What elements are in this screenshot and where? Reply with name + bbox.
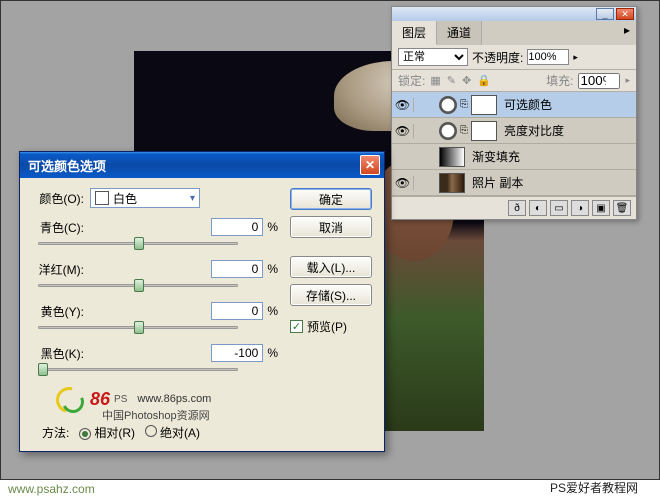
percent-label: % bbox=[267, 304, 278, 318]
swirl-icon bbox=[56, 387, 86, 411]
mask-thumb[interactable] bbox=[471, 95, 497, 115]
percent-label: % bbox=[267, 346, 278, 360]
yellow-label: 黄色(Y): bbox=[32, 303, 90, 320]
trash-icon[interactable]: 🗑 bbox=[613, 200, 631, 216]
dialog-titlebar[interactable]: 可选颜色选项 ✕ bbox=[20, 152, 384, 178]
color-label: 颜色(O): bbox=[32, 190, 90, 207]
visibility-icon[interactable]: 👁 bbox=[392, 98, 414, 112]
layer-list: 👁 ⎘ 可选颜色 👁 ⎘ 亮度对比度 渐变填充 bbox=[392, 92, 636, 196]
magenta-label: 洋红(M): bbox=[32, 261, 90, 278]
layer-row-photo-copy[interactable]: 👁 照片 副本 bbox=[392, 170, 636, 196]
watermark-url: www.86ps.com bbox=[137, 393, 211, 405]
panel-tabs: 图层 通道 ▸ bbox=[392, 21, 636, 45]
panel-menu-icon[interactable]: ▸ bbox=[618, 21, 636, 45]
opacity-label: 不透明度: bbox=[472, 49, 523, 66]
lock-brush-icon[interactable]: ✎ bbox=[447, 74, 456, 87]
tab-layers[interactable]: 图层 bbox=[392, 21, 437, 45]
layers-panel: _ ✕ 图层 通道 ▸ 正常 不透明度: ▸ 锁定: ▦ ✎ ✥ 🔒 填充: bbox=[391, 6, 637, 220]
cancel-button[interactable]: 取消 bbox=[290, 216, 372, 238]
preview-label: 预览(P) bbox=[307, 318, 347, 335]
blend-opacity-row: 正常 不透明度: ▸ bbox=[392, 45, 636, 70]
new-layer-icon[interactable]: ▣ bbox=[592, 200, 610, 216]
mask-icon[interactable]: ◐ bbox=[529, 200, 547, 216]
dialog-title: 可选颜色选项 bbox=[24, 156, 360, 175]
folder-icon[interactable]: ▭ bbox=[550, 200, 568, 216]
tab-channels[interactable]: 通道 bbox=[437, 21, 482, 45]
ok-button[interactable]: 确定 bbox=[290, 188, 372, 210]
checkbox-checked-icon: ✓ bbox=[290, 320, 303, 333]
fx-icon[interactable]: ð bbox=[508, 200, 526, 216]
lock-all-icon[interactable]: 🔒 bbox=[477, 74, 491, 87]
lock-icons: ▦ ✎ ✥ 🔒 bbox=[430, 74, 491, 87]
fill-input[interactable] bbox=[578, 73, 620, 89]
opacity-arrow-icon[interactable]: ▸ bbox=[573, 52, 578, 63]
minimize-icon[interactable]: _ bbox=[596, 8, 614, 20]
save-button[interactable]: 存储(S)... bbox=[290, 284, 372, 306]
layer-name[interactable]: 渐变填充 bbox=[468, 148, 520, 165]
layer-name[interactable]: 亮度对比度 bbox=[500, 122, 564, 139]
lock-move-icon[interactable]: ✥ bbox=[462, 74, 471, 87]
watermark-ps: PS bbox=[114, 394, 127, 405]
yellow-slider[interactable] bbox=[38, 322, 238, 336]
layers-footer: ð ◐ ▭ ◑ ▣ 🗑 bbox=[392, 196, 636, 219]
black-slider[interactable] bbox=[38, 364, 238, 378]
image-thumb[interactable] bbox=[439, 173, 465, 193]
cyan-slider[interactable] bbox=[38, 238, 238, 252]
gradient-thumb[interactable] bbox=[439, 147, 465, 167]
visibility-icon[interactable]: 👁 bbox=[392, 124, 414, 138]
mask-thumb[interactable] bbox=[471, 121, 497, 141]
cyan-label: 青色(C): bbox=[32, 219, 90, 236]
method-absolute[interactable]: 绝对(A) bbox=[145, 424, 200, 441]
method-relative[interactable]: 相对(R) bbox=[79, 424, 135, 441]
layers-titlebar[interactable]: _ ✕ bbox=[392, 7, 636, 21]
footer-url: www.psahz.com bbox=[8, 482, 95, 496]
color-value: 白色 bbox=[113, 190, 137, 207]
adjustment-layer-icon[interactable]: ◑ bbox=[571, 200, 589, 216]
method-label: 方法: bbox=[42, 424, 69, 441]
lock-transparency-icon[interactable]: ▦ bbox=[430, 74, 440, 87]
layer-row-brightness[interactable]: 👁 ⎘ 亮度对比度 bbox=[392, 118, 636, 144]
layer-name[interactable]: 照片 副本 bbox=[468, 174, 523, 191]
footer-text: PS爱好者教程网 bbox=[550, 479, 638, 496]
watermark-subtitle: 中国Photoshop资源网 bbox=[102, 407, 210, 423]
visibility-icon[interactable]: 👁 bbox=[392, 176, 414, 190]
mask-link-icon[interactable]: ⎘ bbox=[460, 99, 468, 110]
blend-mode-select[interactable]: 正常 bbox=[398, 48, 468, 66]
layer-row-gradient[interactable]: 渐变填充 bbox=[392, 144, 636, 170]
method-row: 方法: 相对(R) 绝对(A) bbox=[32, 420, 278, 443]
percent-label: % bbox=[267, 220, 278, 234]
black-input[interactable] bbox=[211, 344, 263, 362]
load-button[interactable]: 载入(L)... bbox=[290, 256, 372, 278]
app-background: _ ✕ 图层 通道 ▸ 正常 不透明度: ▸ 锁定: ▦ ✎ ✥ 🔒 填充: bbox=[0, 0, 660, 480]
adjustment-icon bbox=[439, 96, 457, 114]
percent-label: % bbox=[267, 262, 278, 276]
preview-checkbox-row[interactable]: ✓ 预览(P) bbox=[290, 318, 372, 335]
layer-row-selective-color[interactable]: 👁 ⎘ 可选颜色 bbox=[392, 92, 636, 118]
opacity-input[interactable] bbox=[527, 49, 569, 65]
yellow-input[interactable] bbox=[211, 302, 263, 320]
chevron-down-icon: ▾ bbox=[186, 193, 199, 204]
fill-label: 填充: bbox=[546, 72, 573, 89]
magenta-input[interactable] bbox=[211, 260, 263, 278]
radio-icon bbox=[145, 425, 157, 437]
close-icon[interactable]: ✕ bbox=[616, 8, 634, 20]
black-label: 黑色(K): bbox=[32, 345, 90, 362]
color-dropdown[interactable]: 白色 ▾ bbox=[90, 188, 200, 208]
radio-checked-icon bbox=[79, 428, 91, 440]
color-swatch bbox=[95, 191, 109, 205]
adjustment-icon bbox=[439, 122, 457, 140]
selective-color-dialog: 可选颜色选项 ✕ 颜色(O): 白色 ▾ 青色(C): bbox=[19, 151, 385, 452]
fill-arrow-icon[interactable]: ▸ bbox=[625, 75, 630, 86]
close-icon[interactable]: ✕ bbox=[360, 155, 380, 175]
layer-name[interactable]: 可选颜色 bbox=[500, 96, 552, 113]
mask-link-icon[interactable]: ⎘ bbox=[460, 125, 468, 136]
cyan-input[interactable] bbox=[211, 218, 263, 236]
magenta-slider[interactable] bbox=[38, 280, 238, 294]
lock-label: 锁定: bbox=[398, 72, 425, 89]
lock-fill-row: 锁定: ▦ ✎ ✥ 🔒 填充: ▸ bbox=[392, 70, 636, 92]
